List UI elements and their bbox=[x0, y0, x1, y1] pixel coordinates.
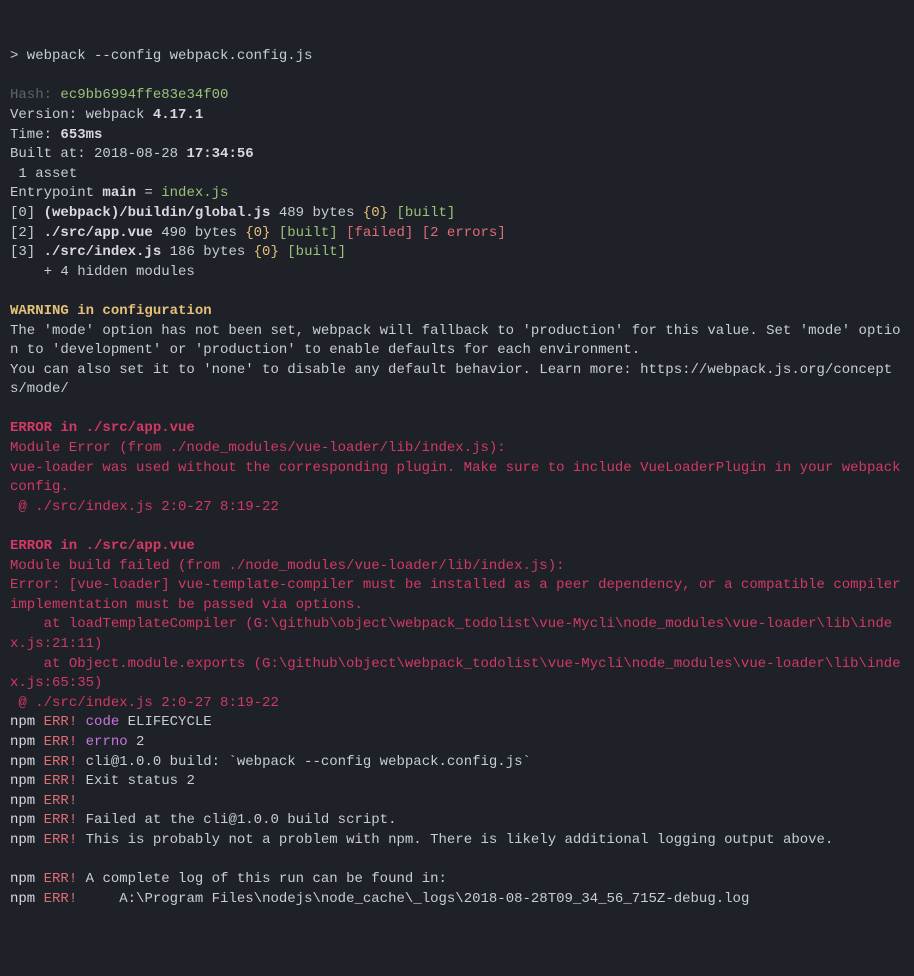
npm-err: ERR! bbox=[35, 832, 77, 848]
npm-key: code bbox=[77, 714, 119, 730]
error-line: at Object.module.exports (G:\github\obje… bbox=[10, 656, 901, 692]
warning-body: You can also set it to 'none' to disable… bbox=[10, 362, 892, 398]
npm-tag: npm bbox=[10, 773, 35, 789]
npm-msg: Exit status 2 bbox=[77, 773, 195, 789]
npm-msg: cli@1.0.0 build: `webpack --config webpa… bbox=[77, 754, 531, 770]
npm-err: ERR! bbox=[35, 793, 77, 809]
npm-msg: A complete log of this run can be found … bbox=[77, 871, 447, 887]
error-header: ERROR in ./src/app.vue bbox=[10, 420, 195, 436]
mod-chunk: {0} bbox=[245, 225, 270, 241]
error-line: Module build failed (from ./node_modules… bbox=[10, 558, 565, 574]
npm-tag: npm bbox=[10, 734, 35, 750]
built-time: 17:34:56 bbox=[186, 146, 253, 162]
npm-err: ERR! bbox=[35, 812, 77, 828]
error-line: at loadTemplateCompiler (G:\github\objec… bbox=[10, 616, 892, 652]
module-line: [0] (webpack)/buildin/global.js 489 byte… bbox=[10, 205, 455, 221]
module-line: [2] ./src/app.vue 490 bytes {0} [built] … bbox=[10, 225, 506, 241]
hidden-modules: + 4 hidden modules bbox=[10, 264, 195, 280]
version-line: Version: webpack 4.17.1 bbox=[10, 107, 203, 123]
version-label: Version: webpack bbox=[10, 107, 153, 123]
error-line: Module Error (from ./node_modules/vue-lo… bbox=[10, 440, 506, 456]
time-line: Time: 653ms bbox=[10, 127, 102, 143]
npm-line: npm ERR! cli@1.0.0 build: `webpack --con… bbox=[10, 754, 531, 770]
error-line: vue-loader was used without the correspo… bbox=[10, 460, 909, 496]
mod-failed: [failed] bbox=[338, 225, 414, 241]
npm-tag: npm bbox=[10, 812, 35, 828]
terminal-output: > webpack --config webpack.config.js Has… bbox=[10, 47, 904, 909]
hash-label: Hash: bbox=[10, 87, 60, 103]
mod-path: (webpack)/buildin/global.js bbox=[44, 205, 271, 221]
mod-built: [built] bbox=[270, 225, 337, 241]
mod-chunk: {0} bbox=[363, 205, 388, 221]
version-value: 4.17.1 bbox=[153, 107, 203, 123]
npm-line: npm ERR! Failed at the cli@1.0.0 build s… bbox=[10, 812, 397, 828]
npm-key: errno bbox=[77, 734, 127, 750]
npm-val: ELIFECYCLE bbox=[119, 714, 211, 730]
mod-size: 489 bytes bbox=[270, 205, 362, 221]
npm-line: npm ERR! A complete log of this run can … bbox=[10, 871, 447, 887]
entry-eq: = bbox=[136, 185, 161, 201]
mod-chunk: {0} bbox=[254, 244, 279, 260]
hash-line: Hash: ec9bb6994ffe83e34f00 bbox=[10, 87, 228, 103]
error-header: ERROR in ./src/app.vue bbox=[10, 538, 195, 554]
mod-path: ./src/index.js bbox=[44, 244, 162, 260]
npm-msg: Failed at the cli@1.0.0 build script. bbox=[77, 812, 396, 828]
mod-built: [built] bbox=[279, 244, 346, 260]
npm-line: npm ERR! A:\Program Files\nodejs\node_ca… bbox=[10, 891, 749, 907]
mod-errors: [2 errors] bbox=[413, 225, 505, 241]
npm-err: ERR! bbox=[35, 714, 77, 730]
built-label: Built at: 2018-08-28 bbox=[10, 146, 186, 162]
mod-tag: [3] bbox=[10, 244, 44, 260]
command-line: > webpack --config webpack.config.js bbox=[10, 48, 312, 64]
mod-size: 490 bytes bbox=[153, 225, 245, 241]
mod-tag: [0] bbox=[10, 205, 44, 221]
entry-file: index.js bbox=[161, 185, 228, 201]
time-label: Time: bbox=[10, 127, 60, 143]
npm-err: ERR! bbox=[35, 773, 77, 789]
entry-label: Entrypoint bbox=[10, 185, 102, 201]
npm-tag: npm bbox=[10, 832, 35, 848]
mod-path: ./src/app.vue bbox=[44, 225, 153, 241]
error-line: @ ./src/index.js 2:0-27 8:19-22 bbox=[10, 695, 279, 711]
mod-built: [built] bbox=[388, 205, 455, 221]
error-line: Error: [vue-loader] vue-template-compile… bbox=[10, 577, 909, 613]
npm-err: ERR! bbox=[35, 871, 77, 887]
npm-line: npm ERR! This is probably not a problem … bbox=[10, 832, 833, 848]
npm-tag: npm bbox=[10, 891, 35, 907]
built-line: Built at: 2018-08-28 17:34:56 bbox=[10, 146, 254, 162]
error-line: @ ./src/index.js 2:0-27 8:19-22 bbox=[10, 499, 279, 515]
mod-size: 186 bytes bbox=[161, 244, 253, 260]
npm-tag: npm bbox=[10, 793, 35, 809]
npm-val: 2 bbox=[128, 734, 145, 750]
npm-line: npm ERR! code ELIFECYCLE bbox=[10, 714, 212, 730]
npm-err: ERR! bbox=[35, 754, 77, 770]
module-line: [3] ./src/index.js 186 bytes {0} [built] bbox=[10, 244, 346, 260]
asset-line: 1 asset bbox=[10, 166, 77, 182]
npm-line: npm ERR! bbox=[10, 793, 77, 809]
npm-err: ERR! bbox=[35, 734, 77, 750]
hash-value: ec9bb6994ffe83e34f00 bbox=[60, 87, 228, 103]
npm-msg: A:\Program Files\nodejs\node_cache\_logs… bbox=[77, 891, 749, 907]
npm-tag: npm bbox=[10, 754, 35, 770]
npm-msg: This is probably not a problem with npm.… bbox=[77, 832, 833, 848]
warning-body: The 'mode' option has not been set, webp… bbox=[10, 323, 901, 359]
npm-tag: npm bbox=[10, 714, 35, 730]
npm-err: ERR! bbox=[35, 891, 77, 907]
entry-main: main bbox=[102, 185, 136, 201]
mod-tag: [2] bbox=[10, 225, 44, 241]
entrypoint-line: Entrypoint main = index.js bbox=[10, 185, 228, 201]
npm-line: npm ERR! Exit status 2 bbox=[10, 773, 195, 789]
warning-header: WARNING in configuration bbox=[10, 303, 212, 319]
npm-line: npm ERR! errno 2 bbox=[10, 734, 144, 750]
time-value: 653ms bbox=[60, 127, 102, 143]
npm-tag: npm bbox=[10, 871, 35, 887]
